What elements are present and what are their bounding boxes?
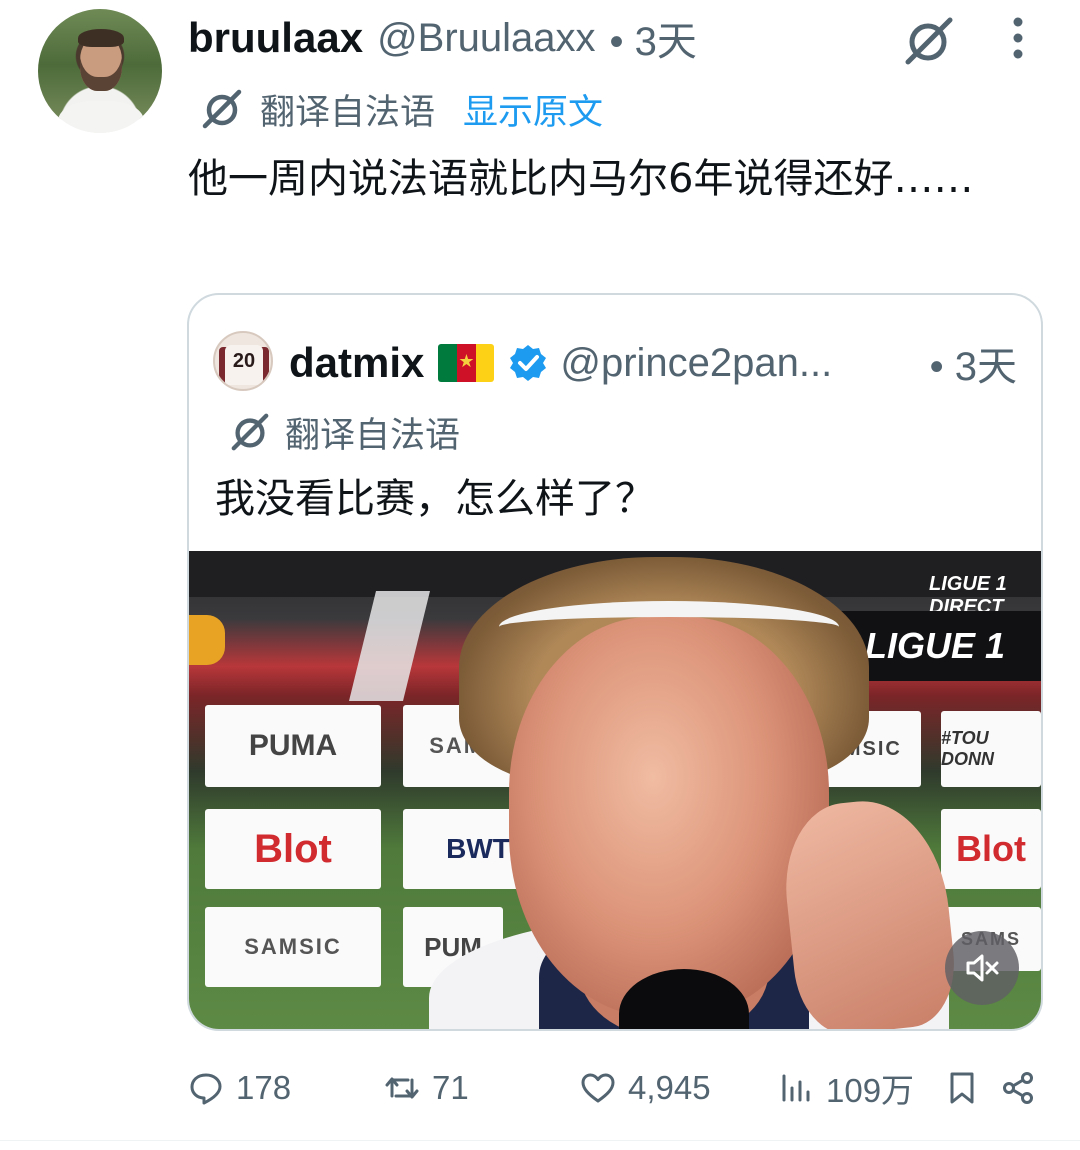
author-name[interactable]: bruulaax — [188, 14, 363, 62]
repost-count: 71 — [432, 1069, 469, 1106]
avatar-hair — [78, 29, 124, 47]
quoted-time[interactable]: • 3天 — [930, 335, 1017, 391]
like-count: 4,945 — [628, 1069, 711, 1106]
like-icon — [581, 1073, 615, 1103]
quoted-author-name[interactable]: datmix — [289, 339, 424, 387]
verified-icon[interactable] — [508, 343, 548, 383]
grok-icon[interactable] — [900, 12, 956, 68]
action-bar: 178 71 4,945 109万 — [188, 1060, 1048, 1116]
quoted-translation-row: 翻译自法语 — [229, 407, 460, 457]
tweet-text: 他一周内说法语就比内马尔6年说得还好…… — [188, 156, 974, 202]
author-handle[interactable]: @Bruulaaxx — [377, 16, 595, 61]
jersey-number: 20 — [232, 350, 256, 372]
sponsor-logo-left — [189, 615, 225, 665]
bookmark-button[interactable] — [944, 1060, 980, 1116]
views-button[interactable]: 109万 — [778, 1060, 914, 1116]
ad-board: PUMA — [205, 705, 381, 787]
views-icon — [782, 1074, 810, 1102]
quoted-tweet[interactable]: 20 datmix @prince2pan... • 3天 翻译自法语 我没看比… — [187, 293, 1043, 1031]
ad-board: SAMSIC — [205, 907, 381, 987]
like-button[interactable]: 4,945 — [580, 1060, 711, 1116]
ad-board: Blot — [205, 809, 381, 889]
views-count: 109万 — [826, 1072, 915, 1109]
avatar-shirt — [58, 101, 144, 133]
cameroon-flag-icon — [438, 344, 495, 382]
tweet-time[interactable]: • 3天 — [610, 9, 697, 67]
mute-icon — [966, 954, 999, 982]
quoted-video[interactable]: LIGUE 1 DIRECT LIGUE 1 PUMA SAMSIC SAMSI… — [189, 551, 1041, 1029]
repost-button[interactable]: 71 — [384, 1060, 469, 1116]
reply-icon — [190, 1073, 222, 1105]
translation-row: 翻译自法语 显示原文 — [200, 84, 603, 134]
ad-board: Blot — [941, 809, 1041, 889]
translate-icon — [202, 89, 242, 129]
quoted-translated-from-label: 翻译自法语 — [285, 415, 461, 456]
show-original-link[interactable]: 显示原文 — [463, 84, 603, 135]
bookmark-icon — [950, 1072, 974, 1104]
ligue-logo-bg — [349, 591, 430, 701]
share-button[interactable] — [1000, 1060, 1036, 1116]
player-hand — [777, 793, 961, 1029]
translated-from-label: 翻译自法语 — [260, 92, 436, 133]
quoted-author-avatar[interactable]: 20 — [213, 331, 273, 391]
repost-icon — [385, 1077, 419, 1099]
quoted-text: 我没看比赛，怎么样了？ — [215, 476, 655, 522]
author-avatar[interactable] — [38, 9, 162, 133]
reply-button[interactable]: 178 — [188, 1060, 291, 1116]
quoted-header: datmix @prince2pan... — [289, 335, 832, 391]
mute-button[interactable] — [945, 931, 1019, 1005]
more-icon[interactable] — [1000, 14, 1036, 64]
divider — [0, 1140, 1080, 1141]
share-icon — [1003, 1072, 1033, 1104]
quoted-author-handle[interactable]: @prince2pan... — [560, 341, 832, 386]
tweet-header: bruulaax @Bruulaaxx • 3天 — [188, 10, 697, 66]
reply-count: 178 — [236, 1069, 292, 1106]
player-face — [509, 617, 829, 1017]
translate-icon — [231, 413, 269, 451]
ad-board: #TOU DONN — [941, 711, 1041, 787]
